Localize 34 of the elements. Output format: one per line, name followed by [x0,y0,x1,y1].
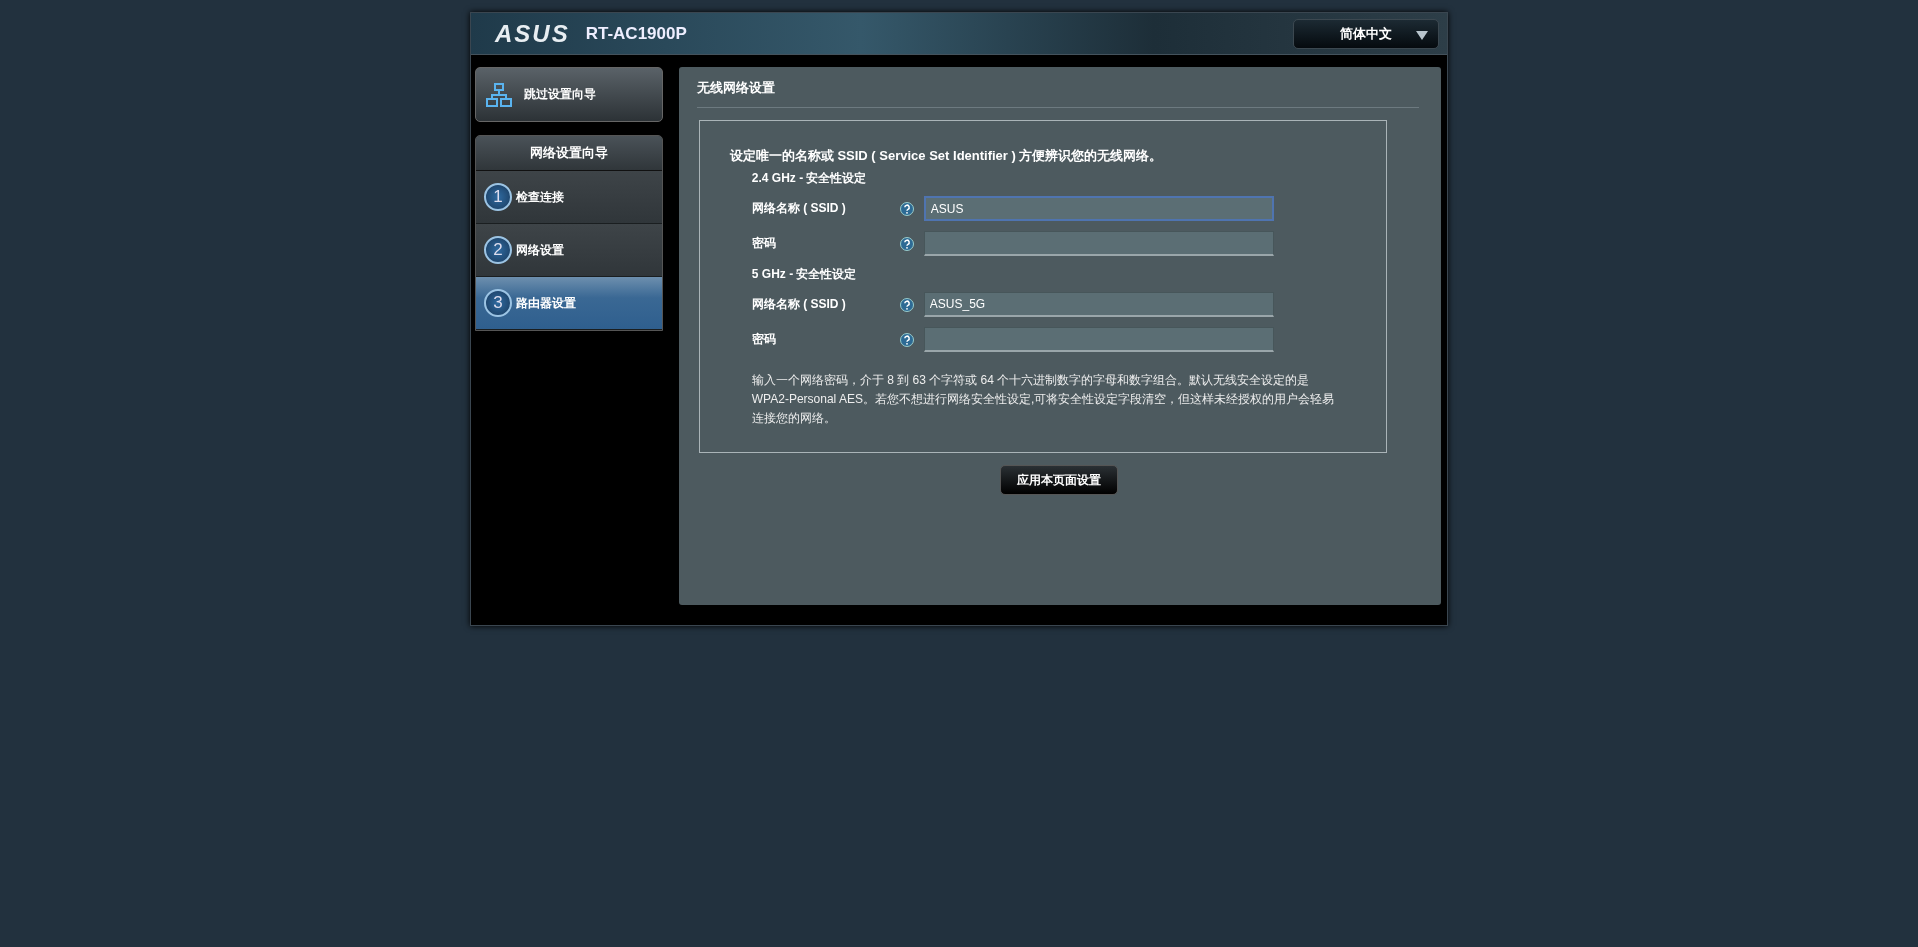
field-label: 密码 [751,235,777,252]
wizard-step[interactable]: 2 网络设置 [476,224,662,277]
brand-logo: ASUS [495,19,570,48]
step-label: 路由器设置 [516,294,576,312]
step-label: 网络设置 [516,241,564,259]
step-number: 2 [484,236,512,264]
field-label: 密码 [751,331,777,348]
panel-title: 无线网络设置 [696,67,1419,108]
input-field[interactable] [923,231,1274,256]
dropdown-arrow-icon [1416,30,1428,40]
help-icon[interactable] [899,332,914,347]
band-heading: 5 GHz - 安全性设定 [751,266,858,283]
model-name: RT-AC1900P [585,23,687,44]
apply-button[interactable]: 应用本页面设置 [999,465,1118,495]
step-number: 1 [484,183,512,211]
input-field[interactable]: ASUS [923,196,1274,221]
wizard-step[interactable]: 1 检查连接 [476,171,662,224]
wizard-title: 网络设置向导 [476,136,662,171]
network-icon [486,82,512,107]
band-heading: 2.4 GHz - 安全性设定 [751,170,868,187]
help-icon[interactable] [899,236,914,251]
language-dropdown[interactable]: 简体中文 [1293,18,1439,49]
help-icon[interactable] [899,297,914,312]
input-field[interactable]: ASUS_5G [923,292,1274,317]
wizard-step[interactable]: 3 路由器设置 [476,277,662,330]
field-label: 网络名称 ( SSID ) [751,200,847,217]
note-text: 输入一个网络密码，介于 8 到 63 个字符或 64 个十六进制数字的字母和数字组合。默认无线安全设定的是 WPA2-Personal AES。若您不想进行网络安全性设定,可将安全性设定字段清空，但这样未经授权的用户会轻易连接您的网络。 [751,372,1336,427]
intro-text: 设定唯一的名称或 SSID ( Service Set Identifier ) 方便辨识您的无线网络。 [729,147,1164,165]
skip-wizard-button[interactable]: 跳过设置向导 [475,67,663,122]
help-icon[interactable] [899,201,914,216]
step-number: 3 [484,289,512,317]
input-field[interactable] [923,327,1274,352]
field-label: 网络名称 ( SSID ) [751,296,847,313]
step-label: 检查连接 [516,188,564,206]
